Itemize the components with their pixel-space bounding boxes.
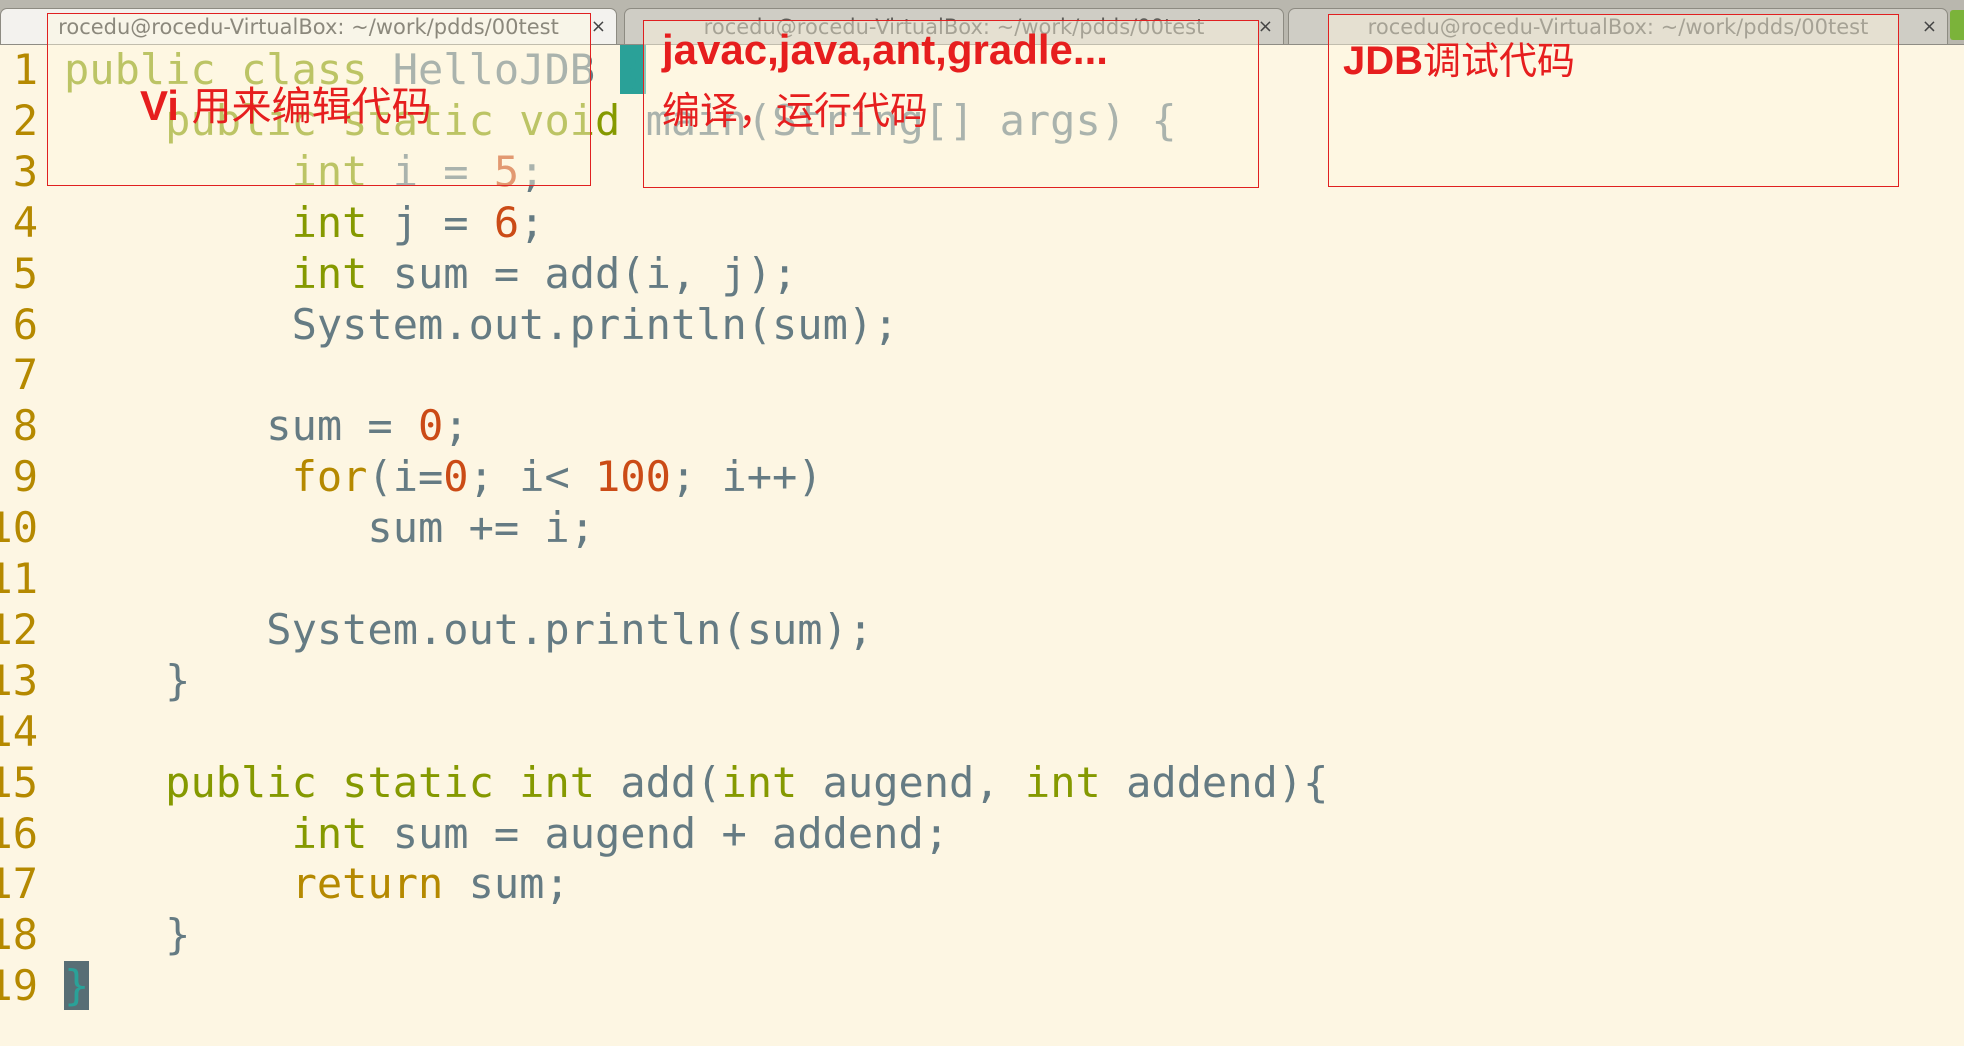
code-line[interactable]: 7 (0, 349, 1964, 400)
code-line[interactable]: 6 System.out.println(sum); (0, 299, 1964, 350)
code-line[interactable]: 8 sum = 0; (0, 400, 1964, 451)
code-text: (i= (367, 452, 444, 502)
code-content: System.out.println(sum); (64, 299, 899, 350)
code-keyword: int (1024, 757, 1127, 807)
code-keyword: int (291, 197, 393, 247)
code-number: 0 (418, 401, 444, 451)
line-number: 9 (12, 452, 38, 502)
vim-editor[interactable]: 1 public class HelloJDB {2 public static … (0, 44, 1964, 1046)
close-icon[interactable]: × (591, 9, 606, 45)
code-content: } (64, 655, 190, 706)
code-line[interactable]: 16 int sum = augend + addend; (0, 808, 1964, 859)
code-number: 0 (443, 452, 469, 502)
code-content: sum = 0; (64, 400, 469, 451)
vi-annotation-label: Vi 用来编辑代码 (140, 74, 432, 132)
code-text: addend){ (1126, 757, 1329, 807)
code-line[interactable]: 12 System.out.println(sum); (0, 604, 1964, 655)
code-line[interactable]: 9 for(i=0; i< 100; i++) (0, 451, 1964, 502)
code-text: add( (620, 757, 722, 807)
jdb-annotation-label: JDB调试代码 (1343, 30, 1575, 85)
code-content: sum += i; (64, 502, 595, 553)
build-annotation-line1: javac,java,ant,gradle... (662, 26, 1108, 73)
line-number: 10 (0, 503, 38, 553)
code-text: augend, (822, 757, 1025, 807)
code-text: ; (519, 197, 545, 247)
code-number: 100 (595, 452, 671, 502)
code-line[interactable]: 5 int sum = add(i, j); (0, 248, 1964, 299)
code-content: public static int add(int augend, int ad… (64, 757, 1328, 808)
vi-annotation-text: 用来编辑代码 (178, 84, 432, 130)
code-keyword: int (291, 248, 393, 298)
code-content: int sum = augend + addend; (64, 808, 949, 859)
line-number: 14 (0, 706, 38, 756)
jdb-annotation-text: 调试代码 (1423, 39, 1576, 83)
line-number: 8 (12, 401, 38, 451)
code-keyword: public static int (165, 757, 621, 807)
code-keyword: int (721, 757, 823, 807)
code-line[interactable]: 19} (0, 960, 1964, 1011)
cursor-brace: { (620, 45, 646, 94)
code-text: sum = add(i, j); (392, 248, 798, 298)
line-number: 13 (0, 655, 38, 705)
line-number: 16 (0, 808, 38, 858)
line-number: 15 (0, 757, 38, 807)
code-text: } (64, 910, 191, 960)
code-text: sum += i; (64, 503, 596, 553)
code-content: int sum = add(i, j); (64, 248, 798, 299)
line-number: 2 (12, 95, 38, 145)
code-content: } (64, 909, 190, 960)
line-number: 4 (12, 197, 38, 247)
code-line[interactable]: 17 return sum; (0, 858, 1964, 909)
line-number: 19 (0, 961, 38, 1011)
code-content: for(i=0; i< 100; i++) (64, 451, 823, 502)
close-icon[interactable]: × (1258, 9, 1273, 45)
code-line[interactable]: 4 int j = 6; (0, 197, 1964, 248)
code-text: j = (392, 197, 494, 247)
code-line[interactable]: 13 } (0, 655, 1964, 706)
jdb-annotation-bold: JDB (1343, 39, 1424, 83)
code-text: System.out.println(sum); (64, 604, 874, 654)
code-text: ; i< (468, 452, 596, 502)
code-line[interactable]: 14 (0, 706, 1964, 757)
code-text: ; i++) (670, 452, 823, 502)
cursor-block: } (64, 961, 90, 1011)
new-tab-icon[interactable] (1950, 10, 1964, 40)
close-icon[interactable]: × (1922, 9, 1937, 45)
code-line[interactable]: 10 sum += i; (0, 502, 1964, 553)
code-content: System.out.println(sum); (64, 604, 873, 655)
vi-annotation-bold: Vi (140, 82, 179, 129)
line-number: 18 (0, 910, 38, 960)
code-control-keyword: for (291, 452, 368, 502)
line-number: 1 (12, 45, 38, 94)
code-text: } (64, 655, 191, 705)
code-line[interactable]: 18 } (0, 909, 1964, 960)
line-number: 6 (12, 299, 38, 349)
line-number: 11 (0, 554, 38, 603)
code-text: sum; (468, 859, 570, 909)
code-control-keyword: return (291, 859, 469, 909)
line-number: 7 (12, 350, 38, 400)
code-text: sum = augend + addend; (392, 808, 950, 858)
line-number: 5 (12, 248, 38, 298)
code-text: System.out.println(sum); (64, 299, 899, 349)
line-number: 12 (0, 604, 38, 654)
code-line[interactable]: 11 (0, 553, 1964, 604)
code-content: } (64, 960, 90, 1011)
code-keyword: int (291, 808, 393, 858)
code-content: int j = 6; (64, 197, 545, 248)
code-content: return sum; (64, 858, 570, 909)
code-text: ; (443, 401, 469, 451)
code-number: 6 (493, 197, 520, 247)
line-number: 3 (12, 146, 38, 196)
build-annotation-line2: 编译，运行代码 (662, 89, 929, 133)
line-number: 17 (0, 859, 38, 909)
code-line[interactable]: 15 public static int add(int augend, int… (0, 757, 1964, 808)
code-text: sum = (64, 401, 419, 451)
